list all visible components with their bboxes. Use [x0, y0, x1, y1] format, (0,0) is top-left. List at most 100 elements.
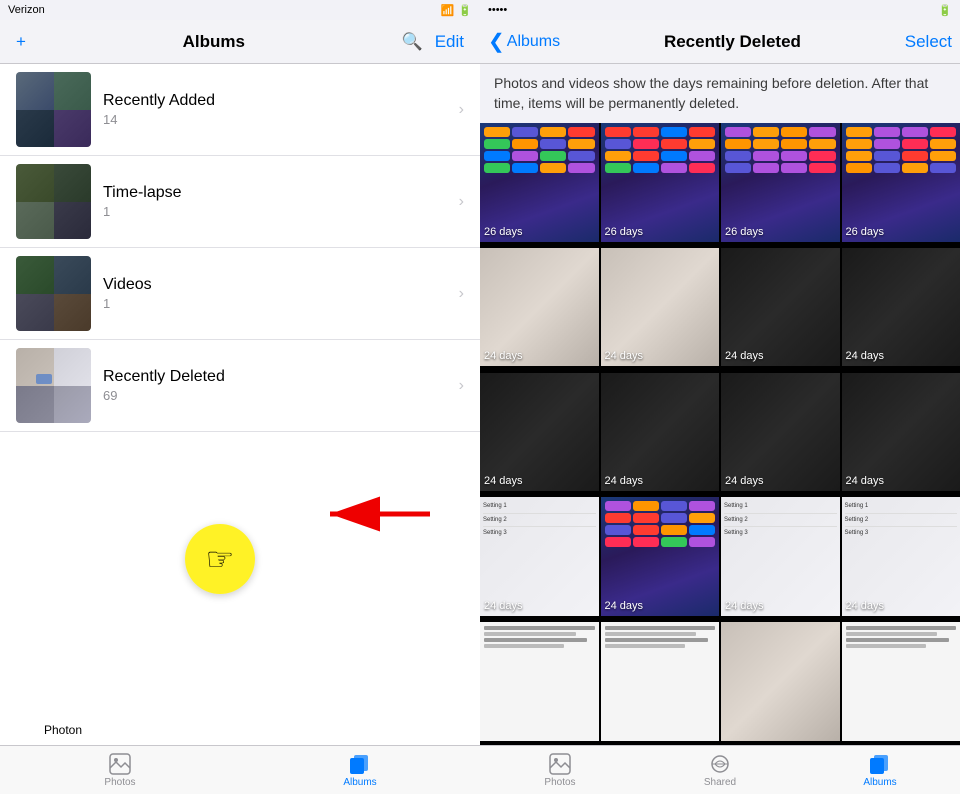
- back-chevron-icon: ❮: [488, 29, 505, 54]
- chevron-videos: ›: [459, 285, 464, 303]
- album-count-videos: 1: [103, 296, 459, 311]
- battery-icon: 🔋: [458, 4, 472, 17]
- tab-albums-right[interactable]: Albums: [800, 746, 960, 794]
- tab-photos-label-left: Photos: [104, 777, 135, 788]
- album-info-recently-added: Recently Added 14: [91, 92, 459, 127]
- grid-label-1: 26 days: [605, 226, 644, 238]
- grid-label-10: 24 days: [725, 475, 764, 487]
- grid-cell-1[interactable]: 26 days: [601, 123, 720, 242]
- grid-label-11: 24 days: [846, 475, 885, 487]
- status-icons-left: 📶 🔋: [441, 4, 472, 17]
- album-info-videos: Videos 1: [91, 276, 459, 311]
- photos-tab-icon: [109, 753, 131, 775]
- grid-label-14: 24 days: [725, 600, 764, 612]
- photon-label: Photon: [40, 721, 86, 739]
- grid-label-8: 24 days: [484, 475, 523, 487]
- album-item-recently-deleted[interactable]: Recently Deleted 69 ›: [0, 340, 480, 432]
- info-text: Photos and videos show the days remainin…: [480, 64, 960, 123]
- grid-label-5: 24 days: [605, 350, 644, 362]
- grid-label-2: 26 days: [725, 226, 764, 238]
- shared-tab-icon: [709, 753, 731, 775]
- grid-cell-5[interactable]: 24 days: [601, 248, 720, 367]
- grid-cell-15[interactable]: Setting 1 Setting 2 Setting 3 24 days: [842, 497, 960, 616]
- hand-icon: ☞: [206, 540, 235, 578]
- album-thumb-recently-added: [16, 72, 91, 147]
- album-name-recently-deleted: Recently Deleted: [103, 368, 459, 386]
- album-item-timelapse[interactable]: Time-lapse 1 ›: [0, 156, 480, 248]
- photo-grid: 26 days 26 days 26 days 26 days 24 days 24…: [480, 123, 960, 745]
- red-arrow: [320, 494, 440, 534]
- albums-title: Albums: [183, 32, 245, 52]
- recently-deleted-title: Recently Deleted: [560, 32, 905, 52]
- wifi-icon: 📶: [441, 4, 455, 17]
- album-count-recently-added: 14: [103, 112, 459, 127]
- back-label: Albums: [507, 33, 560, 51]
- edit-button[interactable]: Edit: [435, 32, 464, 52]
- grid-label-4: 24 days: [484, 350, 523, 362]
- status-bar-right: ••••• 🔋: [480, 0, 960, 20]
- album-info-recently-deleted: Recently Deleted 69: [91, 368, 459, 403]
- back-button[interactable]: ❮ Albums: [488, 29, 560, 54]
- tab-albums-left[interactable]: Albums: [240, 746, 480, 794]
- album-thumb-recently-deleted: [16, 348, 91, 423]
- grid-cell-4[interactable]: 24 days: [480, 248, 599, 367]
- album-count-timelapse: 1: [103, 204, 459, 219]
- carrier-text: Verizon: [8, 4, 45, 16]
- grid-cell-8[interactable]: 24 days: [480, 373, 599, 492]
- tab-photos-right[interactable]: Photos: [480, 746, 640, 794]
- grid-cell-10[interactable]: 24 days: [721, 373, 840, 492]
- grid-cell-3[interactable]: 26 days: [842, 123, 960, 242]
- grid-cell-16[interactable]: [480, 622, 599, 741]
- album-thumb-timelapse: [16, 164, 91, 239]
- grid-cell-7[interactable]: 24 days: [842, 248, 960, 367]
- search-button[interactable]: 🔍: [402, 32, 423, 52]
- album-list: Recently Added 14 › Time-lapse 1 ›: [0, 64, 480, 745]
- signal-dots: •••••: [488, 4, 507, 16]
- chevron-recently-deleted: ›: [459, 377, 464, 395]
- grid-cell-0[interactable]: 26 days: [480, 123, 599, 242]
- album-count-recently-deleted: 69: [103, 388, 459, 403]
- tab-shared-right[interactable]: Shared: [640, 746, 800, 794]
- add-button[interactable]: +: [16, 32, 26, 52]
- albums-tab-icon-right: [869, 753, 891, 775]
- album-item-videos[interactable]: Videos 1 ›: [0, 248, 480, 340]
- grid-cell-12[interactable]: Setting 1 Setting 2 Setting 3 24 days: [480, 497, 599, 616]
- grid-cell-2[interactable]: 26 days: [721, 123, 840, 242]
- album-name-videos: Videos: [103, 276, 459, 294]
- grid-label-0: 26 days: [484, 226, 523, 238]
- album-info-timelapse: Time-lapse 1: [91, 184, 459, 219]
- grid-cell-17[interactable]: [601, 622, 720, 741]
- grid-label-9: 24 days: [605, 475, 644, 487]
- album-thumb-videos: [16, 256, 91, 331]
- status-bar-left: Verizon 📶 🔋: [0, 0, 480, 20]
- nav-bar-right: ❮ Albums Recently Deleted Select: [480, 20, 960, 64]
- grid-cell-19[interactable]: [842, 622, 960, 741]
- tab-photos-left[interactable]: Photos: [0, 746, 240, 794]
- select-button[interactable]: Select: [905, 32, 952, 52]
- grid-cell-13[interactable]: 24 days: [601, 497, 720, 616]
- grid-cell-11[interactable]: 24 days: [842, 373, 960, 492]
- grid-label-6: 24 days: [725, 350, 764, 362]
- tab-shared-label: Shared: [704, 777, 736, 788]
- battery-right: 🔋: [938, 4, 952, 17]
- grid-label-7: 24 days: [846, 350, 885, 362]
- tab-bar-left: Photos Albums: [0, 745, 480, 794]
- grid-cell-9[interactable]: 24 days: [601, 373, 720, 492]
- album-name-timelapse: Time-lapse: [103, 184, 459, 202]
- grid-cell-14[interactable]: Setting 1 Setting 2 Setting 3 24 days: [721, 497, 840, 616]
- album-name-recently-added: Recently Added: [103, 92, 459, 110]
- left-panel: Verizon 📶 🔋 + Albums 🔍 Edit: [0, 0, 480, 794]
- right-panel: ••••• 🔋 ❮ Albums Recently Deleted Select…: [480, 0, 960, 794]
- tab-photos-label-right: Photos: [544, 777, 575, 788]
- grid-label-12: 24 days: [484, 600, 523, 612]
- grid-label-15: 24 days: [846, 600, 885, 612]
- tab-albums-label-right: Albums: [863, 777, 896, 788]
- tab-bar-right: Photos Shared Albums: [480, 745, 960, 794]
- chevron-timelapse: ›: [459, 193, 464, 211]
- grid-cell-18[interactable]: [721, 622, 840, 741]
- album-item-recently-added[interactable]: Recently Added 14 ›: [0, 64, 480, 156]
- tab-albums-label-left: Albums: [343, 777, 376, 788]
- grid-cell-6[interactable]: 24 days: [721, 248, 840, 367]
- cursor-indicator: ☞: [185, 524, 255, 594]
- nav-bar-left: + Albums 🔍 Edit: [0, 20, 480, 64]
